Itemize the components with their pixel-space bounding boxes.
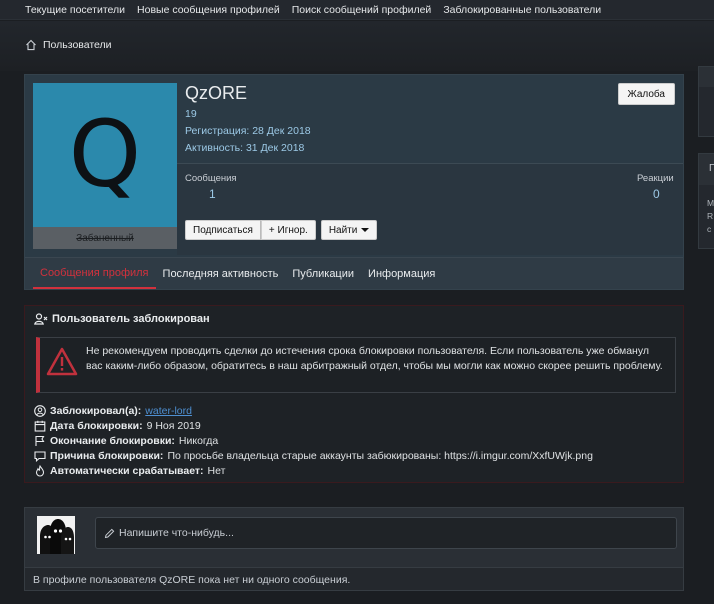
no-posts-message: В профиле пользователя QzORE пока нет ни… (33, 574, 351, 586)
nav-banned-users[interactable]: Заблокированные пользователи (443, 4, 601, 16)
follow-ignore-group: Подписаться + Игнор. (185, 220, 316, 240)
find-dropdown[interactable]: Найти (320, 220, 378, 240)
sidebar-block-2-body: М R с (699, 185, 714, 236)
new-post-row: Напишите что-нибудь... (25, 508, 683, 568)
report-button[interactable]: Жалоба (617, 83, 675, 105)
sidebar-block (698, 66, 714, 137)
profile-card: Q Забаненный QzORE 19 Регистрация: 28 Де… (24, 74, 684, 290)
avatar-image (37, 516, 75, 554)
profile-post-input[interactable]: Напишите что-нибудь... (95, 517, 677, 549)
ban-auto-row: Автоматически срабатывает: Нет (34, 465, 225, 477)
banned-by-label: Заблокировал(а): (50, 405, 142, 417)
ban-end-row: Окончание блокировки: Никогда (34, 435, 218, 447)
tab-postings[interactable]: Публикации (285, 258, 361, 289)
subscribe-button[interactable]: Подписаться (185, 220, 261, 240)
ban-warning: Не рекомендуем проводить сделки до истеч… (36, 337, 676, 393)
last-activity: Активность: 31 Дек 2018 (185, 142, 305, 154)
nav-search-profile-posts[interactable]: Поиск сообщений профилей (292, 4, 432, 16)
user-title-number: 19 (185, 108, 197, 120)
reactions-label: Реакции (637, 173, 674, 184)
user-ban-icon (34, 313, 48, 325)
ban-date-value: 9 Ноя 2019 (146, 420, 201, 432)
warning-icon (46, 347, 78, 376)
my-avatar[interactable] (37, 516, 75, 554)
sidebar-block-2-header: П (699, 154, 714, 185)
ban-title-text: Пользователь заблокирован (52, 313, 210, 325)
ban-reason-label: Причина блокировки: (50, 450, 164, 462)
profile-post-box: Напишите что-нибудь... В профиле пользов… (24, 507, 684, 591)
calendar-icon (34, 420, 46, 432)
fire-icon (35, 465, 45, 477)
sidebar-line: R (707, 211, 714, 221)
flag-icon (35, 435, 45, 446)
tab-profile-posts[interactable]: Сообщения профиля (33, 258, 156, 289)
post-input-placeholder: Напишите что-нибудь... (119, 527, 234, 539)
sidebar-block-header (699, 67, 714, 87)
banned-badge: Забаненный (33, 227, 177, 249)
breadcrumb: Пользователи (25, 39, 112, 51)
ban-auto-value: Нет (207, 465, 226, 477)
ban-end-value: Никогда (178, 435, 219, 447)
nav-new-profile-posts[interactable]: Новые сообщения профилей (137, 4, 280, 16)
avatar-letter: Q (68, 101, 142, 208)
ban-auto-label: Автоматически срабатывает: (50, 465, 204, 477)
ban-reason-row: Причина блокировки: По просьбе владельца… (34, 450, 593, 462)
top-nav: Текущие посетители Новые сообщения профи… (0, 0, 714, 20)
messages-count[interactable]: 1 (209, 187, 216, 201)
ban-end-label: Окончание блокировки: (50, 435, 175, 447)
profile-tabs: Сообщения профиля Последняя активность П… (25, 257, 683, 289)
reactions-count[interactable]: 0 (653, 187, 660, 201)
sidebar-block-2: П М R с (698, 153, 714, 249)
username[interactable]: QzORE (185, 83, 247, 104)
stats-area (177, 164, 683, 255)
ban-reason-value: По просьбе владельца старые аккаунты заб… (167, 450, 593, 462)
pencil-icon (104, 528, 115, 538)
ban-warning-text: Не рекомендуем проводить сделки до истеч… (86, 345, 663, 372)
profile-actions: Подписаться + Игнор. Найти (185, 220, 378, 240)
registration-date: Регистрация: 28 Дек 2018 (185, 125, 311, 137)
ban-title: Пользователь заблокирован (34, 313, 210, 325)
user-circle-icon (34, 405, 46, 417)
sidebar-line: с (707, 224, 712, 234)
messages-label: Сообщения (185, 173, 237, 184)
tab-about[interactable]: Информация (361, 258, 442, 289)
ban-date-row: Дата блокировки: 9 Ноя 2019 (34, 420, 201, 432)
nav-current-visitors[interactable]: Текущие посетители (25, 4, 125, 16)
avatar[interactable]: Q (33, 83, 177, 227)
tab-latest-activity[interactable]: Последняя активность (156, 258, 286, 289)
comment-icon (34, 451, 46, 462)
ignore-button[interactable]: + Игнор. (260, 220, 316, 240)
ban-notice: Пользователь заблокирован Не рекомендуем… (24, 305, 684, 483)
ban-date-label: Дата блокировки: (50, 420, 143, 432)
breadcrumb-users[interactable]: Пользователи (43, 39, 112, 51)
chevron-down-icon (361, 228, 370, 232)
sidebar-line: М (707, 198, 714, 208)
find-label: Найти (328, 224, 358, 236)
home-icon[interactable] (25, 39, 37, 51)
banned-by-link[interactable]: water-lord (145, 405, 192, 417)
banned-by-row: Заблокировал(а): water-lord (34, 405, 192, 417)
